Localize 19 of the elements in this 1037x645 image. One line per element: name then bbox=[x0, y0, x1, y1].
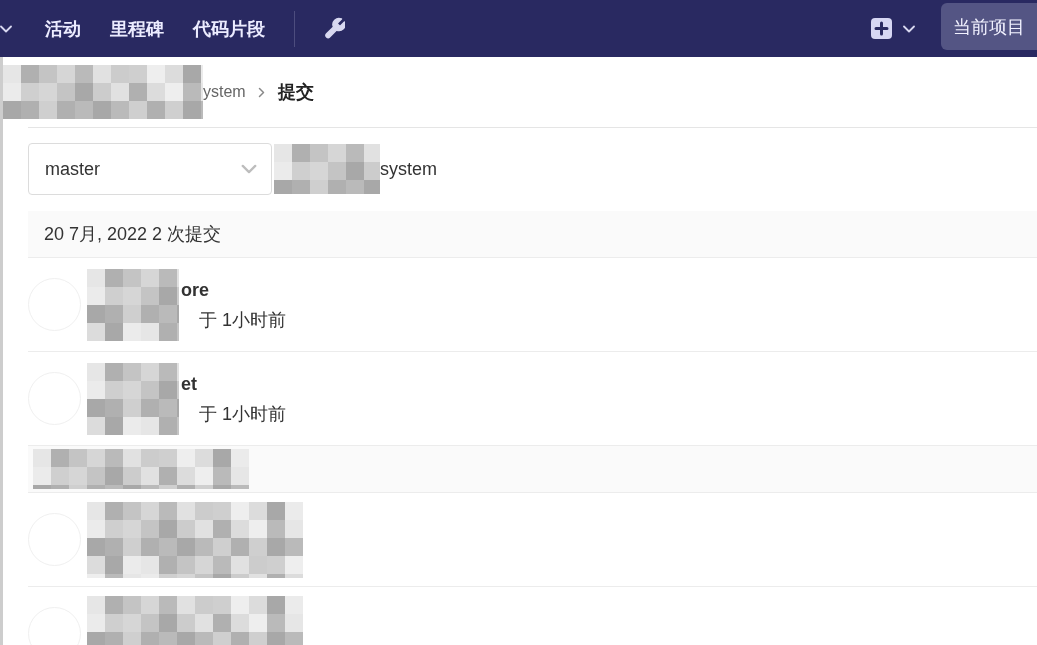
commit-title-link[interactable]: et bbox=[181, 368, 286, 399]
day-header-text: 20 7月, 2022 2 次提交 bbox=[44, 223, 222, 246]
chevron-down-icon[interactable] bbox=[903, 24, 915, 33]
chevron-down-icon bbox=[241, 164, 257, 174]
commit-title-link[interactable]: ore bbox=[181, 274, 286, 305]
nav-link[interactable]: 活动 bbox=[45, 16, 81, 41]
wrench-icon[interactable] bbox=[325, 17, 345, 40]
breadcrumb-link[interactable]: 提交 bbox=[277, 80, 314, 104]
nav-link[interactable]: 里程碑 bbox=[110, 16, 164, 41]
current-project-button[interactable]: 当前项目 bbox=[941, 3, 1037, 50]
commit-meta-text: 于 1小时前 bbox=[198, 402, 286, 426]
plus-square-icon[interactable] bbox=[871, 18, 892, 39]
nav-link[interactable]: 代码片段 bbox=[193, 16, 265, 41]
breadcrumb-link[interactable]: ystem bbox=[203, 83, 246, 101]
branch-dropdown[interactable]: master bbox=[28, 143, 272, 195]
project-path-text: system bbox=[380, 158, 437, 180]
chevron-down-icon[interactable] bbox=[0, 24, 12, 33]
commit-meta-text: 于 1小时前 bbox=[198, 308, 286, 332]
chevron-right-icon bbox=[257, 86, 265, 98]
